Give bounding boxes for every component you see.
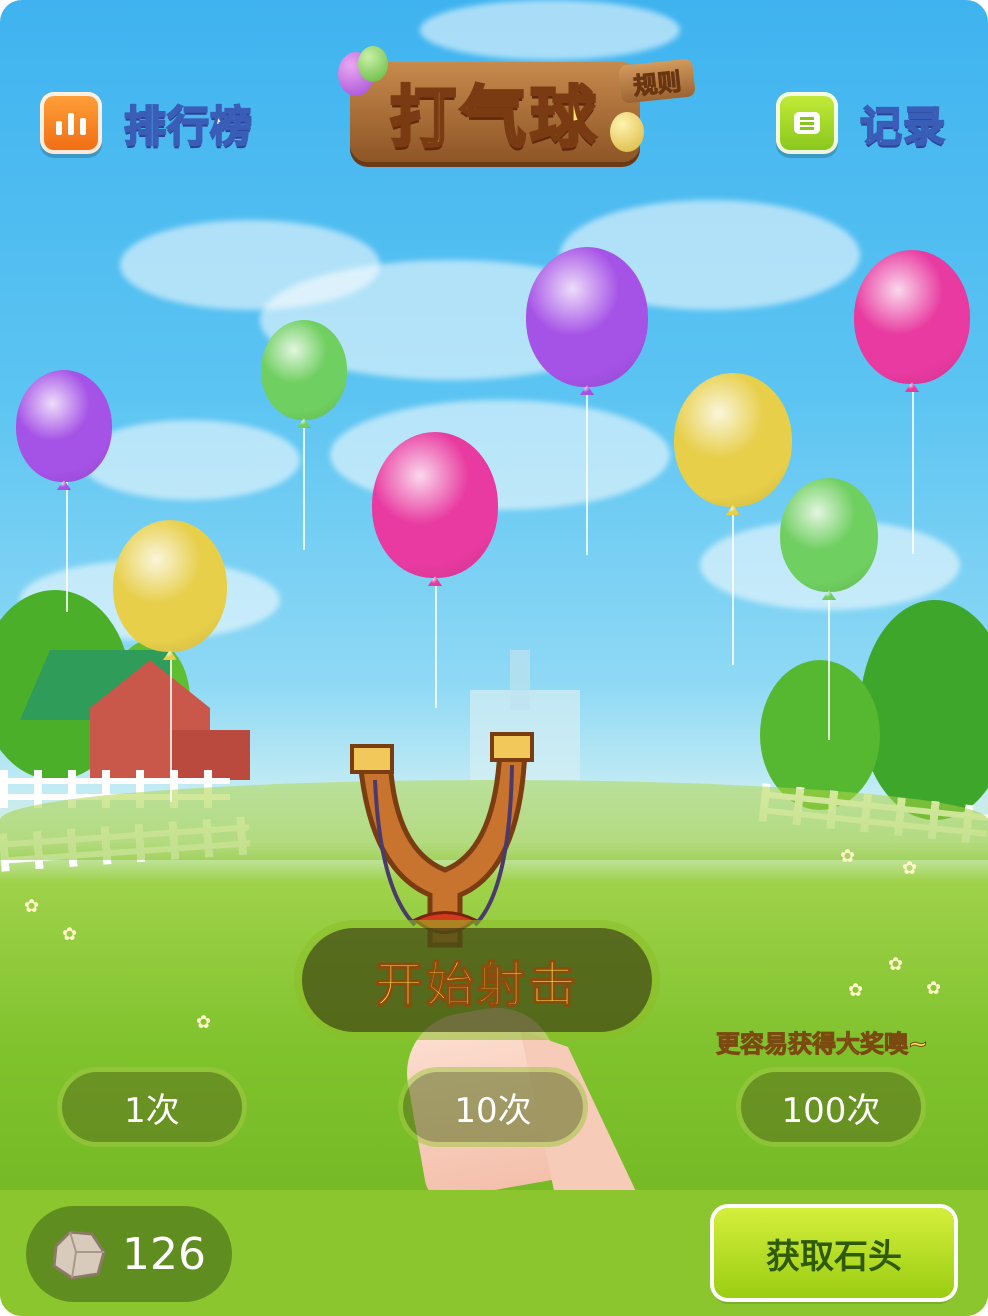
flower-icon: ✿ bbox=[840, 846, 856, 867]
flower-icon: ✿ bbox=[848, 980, 864, 1001]
ranking-label: 排行榜 bbox=[123, 101, 254, 152]
bar-chart-icon bbox=[40, 92, 102, 154]
balloon[interactable] bbox=[261, 320, 347, 420]
hint-text: 更容易获得大奖噢~ bbox=[715, 1030, 929, 1059]
balloon-string bbox=[828, 590, 830, 740]
list-icon bbox=[776, 92, 838, 154]
flower-icon: ✿ bbox=[926, 978, 942, 999]
records-label: 记录 bbox=[859, 101, 947, 152]
barn bbox=[20, 650, 260, 790]
flower-icon: ✿ bbox=[24, 896, 40, 917]
get-stone-button[interactable]: 获取石头 bbox=[714, 1208, 954, 1298]
shoot-1-button[interactable]: 1次 bbox=[62, 1072, 242, 1142]
cloud bbox=[80, 420, 300, 500]
title-balloon-icon bbox=[610, 112, 644, 152]
records-button[interactable]: 记录 bbox=[776, 92, 946, 154]
title-balloon-icon bbox=[358, 46, 388, 82]
balloon-string bbox=[912, 384, 914, 554]
balloon-string bbox=[170, 652, 172, 802]
balloon[interactable] bbox=[780, 478, 878, 592]
tree bbox=[860, 600, 988, 820]
game-stage: ✿ ✿ ✿ ✿ ✿ ✿ ✿ ✿ 打气球 规则 排行榜 记录 开始射击 更容易获得… bbox=[0, 0, 988, 1316]
balloon-string bbox=[435, 578, 437, 708]
flower-icon: ✿ bbox=[902, 858, 918, 879]
slingshot-icon[interactable] bbox=[340, 720, 540, 950]
balloon-string bbox=[586, 385, 588, 555]
balloon[interactable] bbox=[16, 370, 112, 482]
balloon[interactable] bbox=[526, 247, 648, 387]
ranking-button[interactable]: 排行榜 bbox=[40, 92, 253, 154]
start-shooting-label: 开始射击 bbox=[374, 956, 579, 1014]
balloon-string bbox=[732, 505, 734, 665]
city-tower bbox=[510, 650, 530, 710]
stone-icon bbox=[52, 1230, 106, 1280]
get-stone-label: 获取石头 bbox=[766, 1236, 902, 1277]
stone-count: 126 bbox=[122, 1228, 206, 1280]
flower-icon: ✿ bbox=[62, 924, 78, 945]
start-shooting-button[interactable]: 开始射击 bbox=[302, 928, 652, 1032]
balloon[interactable] bbox=[854, 250, 970, 384]
shoot-100-button[interactable]: 100次 bbox=[741, 1072, 921, 1142]
balloon-string bbox=[303, 420, 305, 550]
game-title-banner: 打气球 bbox=[350, 62, 640, 162]
flower-icon: ✿ bbox=[196, 1012, 212, 1033]
balloon[interactable] bbox=[372, 432, 498, 578]
game-title: 打气球 bbox=[389, 78, 600, 158]
balloon[interactable] bbox=[674, 373, 792, 507]
balloon-string bbox=[66, 482, 68, 612]
flower-icon: ✿ bbox=[888, 954, 904, 975]
cloud bbox=[420, 0, 680, 60]
rules-button[interactable]: 规则 bbox=[618, 58, 696, 104]
shoot-10-button[interactable]: 10次 bbox=[403, 1072, 583, 1142]
stone-balance: 126 bbox=[26, 1206, 232, 1302]
balloon[interactable] bbox=[113, 520, 227, 652]
